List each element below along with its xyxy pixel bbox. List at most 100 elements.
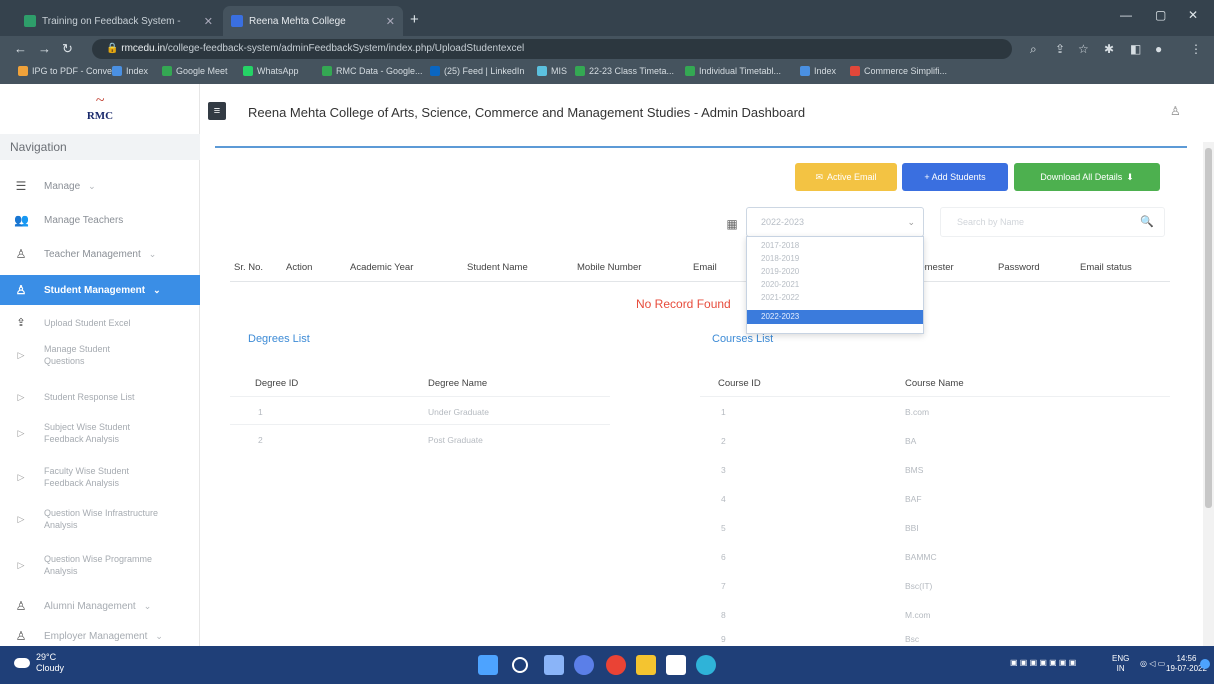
profile-icon[interactable]: ●	[1155, 42, 1162, 56]
close-tab-icon[interactable]: ✕	[204, 15, 213, 28]
star-icon[interactable]: ☆	[1078, 42, 1089, 56]
notification-icon[interactable]	[1200, 659, 1210, 669]
hamburger-menu-icon[interactable]: ≡	[208, 102, 226, 120]
year-option-selected[interactable]: 2022-2023	[747, 310, 923, 324]
minimize-icon[interactable]: —	[1120, 8, 1132, 22]
tray-icons[interactable]: ▣ ▣ ▣ ▣ ▣ ▣ ▣	[1010, 658, 1076, 668]
course-name: BAMMC	[905, 552, 937, 562]
sidebar-item-manage[interactable]: ☰ Manage ⌄	[0, 172, 200, 200]
course-id: 5	[721, 523, 726, 533]
maximize-icon[interactable]: ▢	[1155, 8, 1166, 22]
bookmark-item[interactable]: Individual Timetabl...	[685, 66, 781, 76]
sidebar-item-student-management[interactable]: ♙ Student Management ⌄	[0, 275, 200, 305]
bookmark-item[interactable]: MIS	[537, 66, 567, 76]
students-table-header: Sr. No. Action Academic Year Student Nam…	[230, 254, 1170, 282]
weather-widget[interactable]: 29°C Cloudy	[14, 652, 64, 674]
address-bar[interactable]: 🔒 rmcedu.in/college-feedback-system/admi…	[92, 39, 1012, 59]
file-explorer-icon[interactable]	[636, 655, 656, 675]
degree-id: 1	[258, 407, 263, 417]
email-icon: ✉	[815, 171, 824, 182]
search-by-name-input[interactable]: Search by Name 🔍	[940, 207, 1165, 237]
language-indicator[interactable]: ENG IN	[1112, 654, 1129, 674]
new-tab-icon[interactable]: +	[410, 11, 419, 28]
bookmark-item[interactable]: Index	[800, 66, 836, 76]
bookmark-item[interactable]: RMC Data - Google...	[322, 66, 423, 76]
year-option[interactable]: 2017-2018	[747, 239, 923, 252]
windows-start-icon[interactable]	[478, 655, 498, 675]
close-window-icon[interactable]: ✕	[1188, 8, 1198, 22]
year-option[interactable]: 2019-2020	[747, 265, 923, 278]
academic-year-select[interactable]: 2022-2023 ⌄	[746, 207, 924, 237]
user-account-icon[interactable]: ♙	[1170, 104, 1181, 118]
header-divider	[215, 146, 1187, 148]
url-path: /college-feedback-system/adminFeedbackSy…	[165, 43, 525, 54]
tab-favicon	[24, 15, 36, 27]
browser-tab-training[interactable]: Training on Feedback System - ✕	[16, 6, 221, 36]
bookmark-item[interactable]: WhatsApp	[243, 66, 299, 76]
bookmark-item[interactable]: IPG to PDF - Conve...	[18, 66, 120, 76]
chevron-down-icon: ⌄	[88, 180, 96, 191]
sidebar-item-subject-wise-analysis[interactable]: ▷ Subject Wise Student Feedback Analysis	[0, 418, 200, 448]
chevron-down-icon: ⌄	[155, 630, 163, 641]
bookmark-item[interactable]: 22-23 Class Timeta...	[575, 66, 674, 76]
year-option[interactable]: 2018-2019	[747, 252, 923, 265]
share-icon[interactable]: ⇪	[1055, 42, 1065, 56]
list-icon: ☰	[15, 179, 27, 193]
sidebar-item-infrastructure-analysis[interactable]: ▷ Question Wise Infrastructure Analysis	[0, 504, 200, 534]
bookmark-item[interactable]: Index	[112, 66, 148, 76]
zoom-icon[interactable]: ⌕	[1030, 42, 1037, 57]
forward-icon[interactable]: →	[38, 41, 51, 56]
task-view-icon[interactable]	[544, 655, 564, 675]
chrome-icon[interactable]	[606, 655, 626, 675]
bookmark-icon	[850, 66, 860, 76]
bookmark-icon	[685, 66, 695, 76]
edge-icon[interactable]	[696, 655, 716, 675]
back-icon[interactable]: ←	[14, 41, 27, 56]
user-icon: ♙	[15, 599, 27, 613]
sidebar-item-student-response-list[interactable]: ▷ Student Response List	[0, 386, 200, 408]
bookmark-icon	[162, 66, 172, 76]
course-name: B.com	[905, 407, 930, 417]
bookmark-item[interactable]: (25) Feed | LinkedIn	[430, 66, 524, 76]
sidebar-item-alumni-management[interactable]: ♙ Alumni Management ⌄	[0, 594, 200, 618]
year-option[interactable]: 2020-2021	[747, 278, 923, 291]
no-record-message: No Record Found	[636, 297, 731, 311]
sidebar-item-manage-teachers[interactable]: 👥 Manage Teachers	[0, 206, 200, 234]
sidebar-item-teacher-management[interactable]: ♙ Teacher Management ⌄	[0, 240, 200, 268]
year-option[interactable]: 2021-2022	[747, 291, 923, 304]
active-email-button[interactable]: ✉ Active Email	[795, 163, 897, 191]
download-all-details-button[interactable]: Download All Details ⬇	[1014, 163, 1160, 191]
sidepanel-icon[interactable]: ◧	[1130, 42, 1141, 56]
sidebar-item-employer-management[interactable]: ♙ Employer Management ⌄	[0, 626, 200, 646]
column-header: Action	[286, 262, 313, 273]
sidebar-item-faculty-wise-analysis[interactable]: ▷ Faculty Wise Student Feedback Analysis	[0, 462, 200, 492]
network-icon[interactable]: ◎ ◁ ▭	[1140, 659, 1165, 669]
tab-title: Reena Mehta College	[249, 15, 346, 27]
column-header: Course Name	[905, 378, 964, 389]
add-students-button[interactable]: + Add Students	[902, 163, 1008, 191]
sidebar-item-programme-analysis[interactable]: ▷ Question Wise Programme Analysis	[0, 550, 200, 580]
cloud-icon	[14, 658, 30, 668]
column-header: Password	[998, 262, 1040, 273]
sidebar-item-manage-student-questions[interactable]: ▷ Manage Student Questions	[0, 340, 200, 370]
search-icon[interactable]	[512, 657, 528, 673]
page-scrollbar[interactable]	[1203, 142, 1214, 646]
scrollbar-thumb[interactable]	[1205, 148, 1212, 508]
upload-icon: ⇪	[16, 317, 26, 329]
address-toolbar: ← → ↻ 🔒 rmcedu.in/college-feedback-syste…	[0, 36, 1214, 62]
college-logo[interactable]: ~ RMC	[80, 92, 120, 130]
search-icon[interactable]: 🔍	[1140, 208, 1154, 236]
play-icon: ▷	[17, 514, 25, 524]
play-icon: ▷	[17, 392, 25, 402]
sidebar-item-upload-student-excel[interactable]: ⇪ Upload Student Excel	[0, 312, 200, 334]
extensions-icon[interactable]: ✱	[1104, 42, 1114, 56]
close-tab-icon[interactable]: ✕	[386, 15, 395, 28]
reload-icon[interactable]: ↻	[62, 41, 73, 57]
bookmark-item[interactable]: Commerce Simplifi...	[850, 66, 947, 76]
browser-tab-rmc[interactable]: Reena Mehta College ✕	[223, 6, 403, 36]
logo-mark: ~	[95, 92, 105, 109]
menu-icon[interactable]: ⋮	[1190, 42, 1202, 56]
bookmark-item[interactable]: Google Meet	[162, 66, 228, 76]
store-icon[interactable]	[666, 655, 686, 675]
teams-icon[interactable]	[574, 655, 594, 675]
